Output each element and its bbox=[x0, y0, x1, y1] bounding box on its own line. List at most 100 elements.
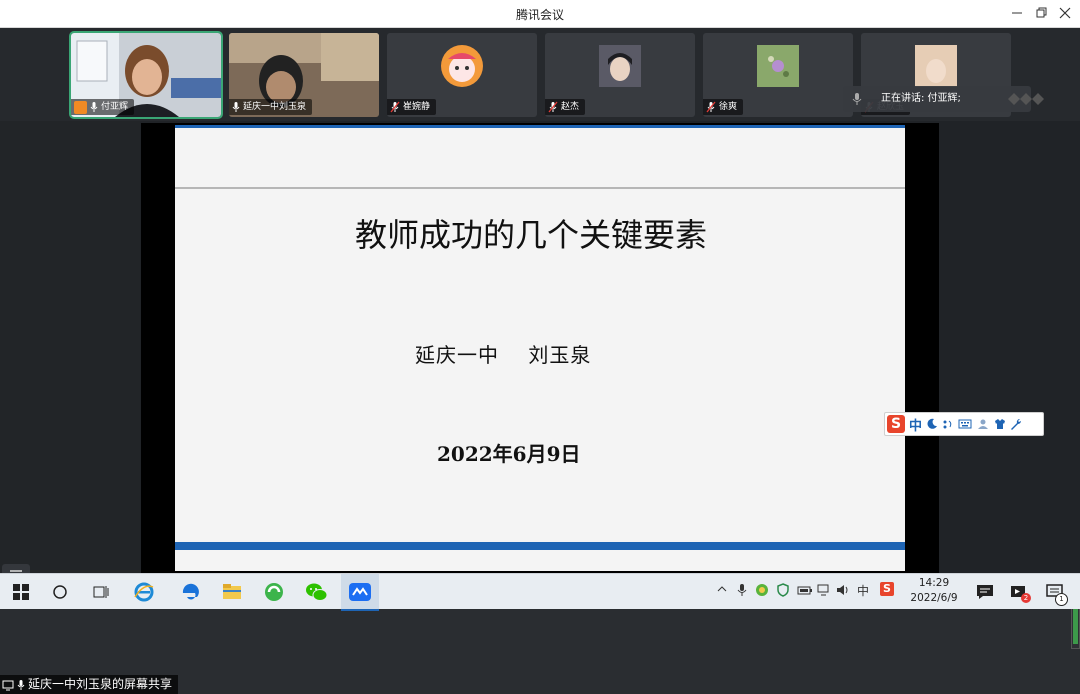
ime-toolbar[interactable]: S 中 bbox=[884, 412, 1044, 436]
host-icon bbox=[74, 100, 87, 114]
action-center-button[interactable]: 1 bbox=[1042, 579, 1068, 606]
participant-label: 赵杰 bbox=[545, 99, 586, 115]
avatar bbox=[915, 45, 957, 87]
cortana-circle-icon bbox=[53, 585, 67, 599]
microphone-icon bbox=[852, 93, 862, 105]
shared-screen-stage: 教师成功的几个关键要素 延庆一中 刘玉泉 2022年6月9日 S 中 延庆一中刘… bbox=[0, 121, 1080, 694]
message-icon bbox=[977, 585, 993, 599]
microphone-icon bbox=[90, 102, 98, 112]
wechat-icon bbox=[306, 583, 328, 601]
windows-taskbar: 中 S 14:29 2022/6/9 2 1 bbox=[0, 573, 1080, 611]
show-hidden-icons-button[interactable] bbox=[716, 583, 728, 598]
microphone-muted-icon bbox=[548, 101, 558, 113]
network-icon bbox=[817, 584, 829, 596]
task-view-icon bbox=[93, 586, 109, 598]
punctuation-icon[interactable] bbox=[942, 418, 954, 430]
presentation-slide: 教师成功的几个关键要素 延庆一中 刘玉泉 2022年6月9日 bbox=[175, 125, 905, 571]
moon-icon[interactable] bbox=[926, 418, 938, 430]
slide-top-bar bbox=[175, 125, 905, 128]
slide-bottom-bar bbox=[175, 542, 905, 550]
taskbar-app-edge[interactable] bbox=[177, 579, 203, 605]
microphone-muted-icon bbox=[390, 101, 400, 113]
participant-tile[interactable]: 赵杰 bbox=[545, 33, 695, 117]
tray-network[interactable] bbox=[817, 583, 831, 600]
user-icon[interactable] bbox=[976, 418, 990, 430]
keyboard-icon[interactable] bbox=[958, 418, 972, 430]
tray-battery[interactable] bbox=[797, 583, 813, 600]
chat-button[interactable] bbox=[972, 579, 998, 605]
clock-time: 14:29 bbox=[918, 577, 950, 589]
close-button[interactable] bbox=[1055, 4, 1075, 22]
taskbar-app-tencent-meeting[interactable] bbox=[341, 574, 379, 611]
slide-divider bbox=[175, 187, 905, 189]
tray-input-language[interactable]: 中 bbox=[857, 582, 869, 599]
chevron-up-icon bbox=[717, 586, 727, 592]
tray-microphone[interactable] bbox=[737, 583, 747, 600]
minimize-button[interactable] bbox=[1007, 4, 1027, 22]
microphone-icon bbox=[737, 584, 747, 596]
notification-badge: 2 bbox=[1021, 593, 1031, 603]
task-view-button[interactable] bbox=[88, 579, 114, 605]
participant-name: 崔婉静 bbox=[403, 102, 431, 112]
tray-volume[interactable] bbox=[836, 583, 850, 600]
cortana-button[interactable] bbox=[47, 579, 73, 605]
notification-app-button[interactable]: 2 bbox=[1006, 579, 1032, 605]
sound-wave-icon bbox=[1008, 93, 1044, 105]
speaking-indicator: 正在讲话: 付亚辉; bbox=[843, 86, 1044, 112]
share-text: 延庆一中刘玉泉的屏幕共享 bbox=[28, 677, 173, 691]
avatar bbox=[599, 45, 641, 87]
sogou-logo-icon[interactable]: S bbox=[887, 415, 905, 433]
participant-label: 延庆一中刘玉泉 bbox=[229, 99, 313, 115]
start-button[interactable] bbox=[8, 579, 34, 605]
ime-language[interactable]: 中 bbox=[909, 415, 922, 434]
taskbar-app-ie[interactable] bbox=[131, 579, 157, 605]
security-shield-icon bbox=[777, 583, 789, 597]
avatar bbox=[441, 45, 483, 87]
participant-name: 赵杰 bbox=[561, 102, 580, 112]
microphone-icon bbox=[232, 102, 240, 112]
participant-label: 付亚辉 bbox=[71, 99, 135, 115]
wrench-icon[interactable] bbox=[1010, 418, 1022, 430]
avatar bbox=[757, 45, 799, 87]
participant-tile[interactable]: 崔婉静 bbox=[387, 33, 537, 117]
green-browser-icon bbox=[265, 583, 283, 601]
skin-shirt-icon[interactable] bbox=[994, 418, 1006, 430]
participant-name: 延庆一中刘玉泉 bbox=[243, 102, 307, 112]
screen-share-icon bbox=[2, 680, 14, 690]
screen-share-indicator[interactable]: 延庆一中刘玉泉的屏幕共享 bbox=[0, 675, 179, 694]
participant-name: 付亚辉 bbox=[101, 102, 129, 112]
folder-icon bbox=[223, 584, 241, 599]
sogou-icon: S bbox=[880, 582, 894, 596]
slide-title: 教师成功的几个关键要素 bbox=[354, 216, 707, 254]
battery-icon bbox=[797, 586, 812, 595]
participant-name: 徐爽 bbox=[719, 102, 738, 112]
shield-app-icon bbox=[756, 584, 768, 596]
microphone-muted-icon bbox=[706, 101, 716, 113]
edge-icon bbox=[182, 583, 199, 600]
participant-strip: 付亚辉 延庆一中刘玉泉 崔婉静 赵杰 徐爽 正在讲话: 付亚辉; bbox=[0, 28, 1080, 121]
tray-security[interactable] bbox=[776, 583, 790, 600]
tencent-meeting-icon bbox=[349, 582, 371, 601]
left-panel bbox=[0, 121, 140, 573]
window-title: 腾讯会议 bbox=[515, 8, 564, 22]
participant-label: 崔婉静 bbox=[387, 99, 437, 115]
clock[interactable]: 14:29 2022/6/9 bbox=[904, 576, 964, 606]
slide-author: 延庆一中 刘玉泉 bbox=[415, 343, 592, 367]
participant-tile[interactable]: 付亚辉 bbox=[69, 31, 223, 119]
clock-date: 2022/6/9 bbox=[910, 592, 958, 604]
restore-button[interactable] bbox=[1031, 4, 1051, 22]
participant-label: 徐爽 bbox=[703, 99, 744, 115]
action-center-count: 1 bbox=[1055, 593, 1068, 606]
internet-explorer-icon bbox=[134, 582, 154, 602]
taskbar-app-explorer[interactable] bbox=[219, 579, 245, 605]
participant-tile[interactable]: 延庆一中刘玉泉 bbox=[229, 33, 379, 117]
tray-sogou[interactable]: S bbox=[880, 582, 894, 596]
slide-date: 2022年6月9日 bbox=[437, 442, 581, 466]
tray-app-1[interactable] bbox=[755, 583, 769, 600]
window-titlebar: 腾讯会议 bbox=[0, 0, 1080, 28]
participant-tile[interactable]: 徐爽 bbox=[703, 33, 853, 117]
speaking-text: 正在讲话: 付亚辉; bbox=[881, 93, 961, 104]
speaker-icon bbox=[837, 585, 848, 595]
taskbar-app-wechat[interactable] bbox=[304, 579, 330, 605]
taskbar-app-browser[interactable] bbox=[261, 579, 287, 605]
